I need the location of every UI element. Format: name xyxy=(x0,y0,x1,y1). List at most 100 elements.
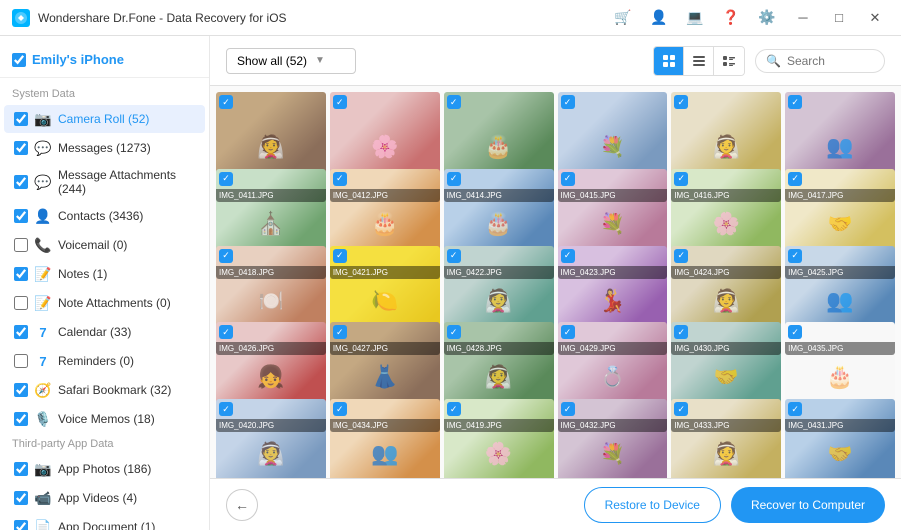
reminders-checkbox[interactable] xyxy=(14,354,28,368)
filter-dropdown[interactable]: Show all (52) ▼ xyxy=(226,48,356,74)
sidebar-item-message-attachments[interactable]: 💬 Message Attachments (244) xyxy=(4,163,205,201)
app-photos-icon: 📷 xyxy=(34,460,52,478)
title-bar: Wondershare Dr.Fone - Data Recovery for … xyxy=(0,0,901,36)
app-doc-checkbox[interactable] xyxy=(14,520,28,530)
sidebar-item-camera-roll[interactable]: 📷 Camera Roll (52) xyxy=(4,105,205,133)
sidebar-item-voicemail[interactable]: 📞 Voicemail (0) xyxy=(4,231,205,259)
maximize-button[interactable]: □ xyxy=(825,4,853,32)
contacts-label: Contacts (3436) xyxy=(58,209,143,223)
photo-check: ✓ xyxy=(788,402,802,416)
msg-attach-checkbox[interactable] xyxy=(14,175,28,189)
photo-check: ✓ xyxy=(447,172,461,186)
photo-check: ✓ xyxy=(333,95,347,109)
list-view-button[interactable] xyxy=(684,47,714,75)
photo-filename: IMG_0427.JPG xyxy=(330,342,440,355)
photo-check: ✓ xyxy=(788,249,802,263)
dropdown-arrow-icon: ▼ xyxy=(315,55,325,66)
settings-icon[interactable]: ⚙️ xyxy=(753,4,781,32)
sidebar-item-calendar[interactable]: 7 Calendar (33) xyxy=(4,318,205,346)
sidebar-item-notes[interactable]: 📝 Notes (1) xyxy=(4,260,205,288)
grid-view-button[interactable] xyxy=(654,47,684,75)
photo-filename: IMG_0432.JPG xyxy=(558,419,668,432)
safari-checkbox[interactable] xyxy=(14,383,28,397)
photo-filename: IMG_0422.JPG xyxy=(444,266,554,279)
photo-check: ✓ xyxy=(561,325,575,339)
close-button[interactable]: ✕ xyxy=(861,4,889,32)
safari-icon: 🧭 xyxy=(34,381,52,399)
voicemail-checkbox[interactable] xyxy=(14,238,28,252)
back-button[interactable]: ← xyxy=(226,489,258,521)
sidebar-item-contacts[interactable]: 👤 Contacts (3436) xyxy=(4,202,205,230)
title-bar-actions: 🛒 👤 💻 ❓ ⚙️ ─ □ ✕ xyxy=(609,4,889,32)
support-icon[interactable]: ❓ xyxy=(717,4,745,32)
photo-check: ✓ xyxy=(561,402,575,416)
app-photos-checkbox[interactable] xyxy=(14,462,28,476)
photo-cell[interactable]: ✓IMG_0437.JPG xyxy=(330,399,440,478)
recover-to-computer-button[interactable]: Recover to Computer xyxy=(731,487,885,523)
photo-check: ✓ xyxy=(674,325,688,339)
photo-check: ✓ xyxy=(333,402,347,416)
search-icon: 🔍 xyxy=(766,54,781,68)
photo-grid: ✓IMG_0411.JPG✓IMG_0412.JPG✓IMG_0414.JPG✓… xyxy=(210,86,901,478)
sidebar-item-app-document[interactable]: 📄 App Document (1) xyxy=(4,513,205,530)
search-box[interactable]: 🔍 xyxy=(755,49,885,73)
cart-icon[interactable]: 🛒 xyxy=(609,4,637,32)
photo-filename: IMG_0412.JPG xyxy=(330,189,440,202)
messages-label: Messages (1273) xyxy=(58,141,151,155)
app-title: Wondershare Dr.Fone - Data Recovery for … xyxy=(38,11,601,25)
photo-filename: IMG_0418.JPG xyxy=(216,266,326,279)
view-toggle xyxy=(653,46,745,76)
reminders-label: Reminders (0) xyxy=(58,354,134,368)
photo-check: ✓ xyxy=(219,249,233,263)
photo-check: ✓ xyxy=(674,95,688,109)
photo-cell[interactable]: ✓IMG_0439.JPG xyxy=(558,399,668,478)
user-icon[interactable]: 👤 xyxy=(645,4,673,32)
safari-label: Safari Bookmark (32) xyxy=(58,383,171,397)
photo-filename: IMG_0415.JPG xyxy=(558,189,668,202)
app-videos-label: App Videos (4) xyxy=(58,491,137,505)
photo-check: ✓ xyxy=(219,325,233,339)
sidebar-item-app-photos[interactable]: 📷 App Photos (186) xyxy=(4,455,205,483)
minimize-button[interactable]: ─ xyxy=(789,4,817,32)
calendar-checkbox[interactable] xyxy=(14,325,28,339)
sidebar-item-safari[interactable]: 🧭 Safari Bookmark (32) xyxy=(4,376,205,404)
camera-roll-checkbox[interactable] xyxy=(14,112,28,126)
photo-filename: IMG_0425.JPG xyxy=(785,266,895,279)
app-doc-icon: 📄 xyxy=(34,518,52,530)
photo-filename: IMG_0411.JPG xyxy=(216,189,326,202)
device-icon[interactable]: 💻 xyxy=(681,4,709,32)
photo-check: ✓ xyxy=(561,249,575,263)
app-videos-checkbox[interactable] xyxy=(14,491,28,505)
photo-filename: IMG_0417.JPG xyxy=(785,189,895,202)
app-doc-label: App Document (1) xyxy=(58,520,155,530)
voice-memos-checkbox[interactable] xyxy=(14,412,28,426)
note-attach-icon: 📝 xyxy=(34,294,52,312)
sidebar-item-app-videos[interactable]: 📹 App Videos (4) xyxy=(4,484,205,512)
photo-cell[interactable]: ✓IMG_0438.JPG xyxy=(444,399,554,478)
photo-cell[interactable]: ✓IMG_0436.JPG xyxy=(216,399,326,478)
sidebar-item-messages[interactable]: 💬 Messages (1273) xyxy=(4,134,205,162)
photo-cell[interactable]: ✓IMG_0440.JPG xyxy=(671,399,781,478)
search-input[interactable] xyxy=(787,54,877,68)
note-attach-checkbox[interactable] xyxy=(14,296,28,310)
photo-check: ✓ xyxy=(674,172,688,186)
sidebar-item-reminders[interactable]: 7 Reminders (0) xyxy=(4,347,205,375)
main-panel: Show all (52) ▼ xyxy=(210,36,901,530)
device-checkbox[interactable] xyxy=(12,53,26,67)
sidebar-item-note-attachments[interactable]: 📝 Note Attachments (0) xyxy=(4,289,205,317)
sidebar-item-voice-memos[interactable]: 🎙️ Voice Memos (18) xyxy=(4,405,205,433)
detail-view-button[interactable] xyxy=(714,47,744,75)
photo-check: ✓ xyxy=(674,249,688,263)
contacts-icon: 👤 xyxy=(34,207,52,225)
msg-attach-icon: 💬 xyxy=(34,173,52,191)
photo-filename: IMG_0429.JPG xyxy=(558,342,668,355)
contacts-checkbox[interactable] xyxy=(14,209,28,223)
restore-to-device-button[interactable]: Restore to Device xyxy=(584,487,721,523)
messages-checkbox[interactable] xyxy=(14,141,28,155)
notes-checkbox[interactable] xyxy=(14,267,28,281)
app-photos-label: App Photos (186) xyxy=(58,462,151,476)
photo-filename: IMG_0435.JPG xyxy=(785,342,895,355)
photo-cell[interactable]: ✓IMG_0441.JPG xyxy=(785,399,895,478)
photo-check: ✓ xyxy=(788,325,802,339)
photo-check: ✓ xyxy=(674,402,688,416)
